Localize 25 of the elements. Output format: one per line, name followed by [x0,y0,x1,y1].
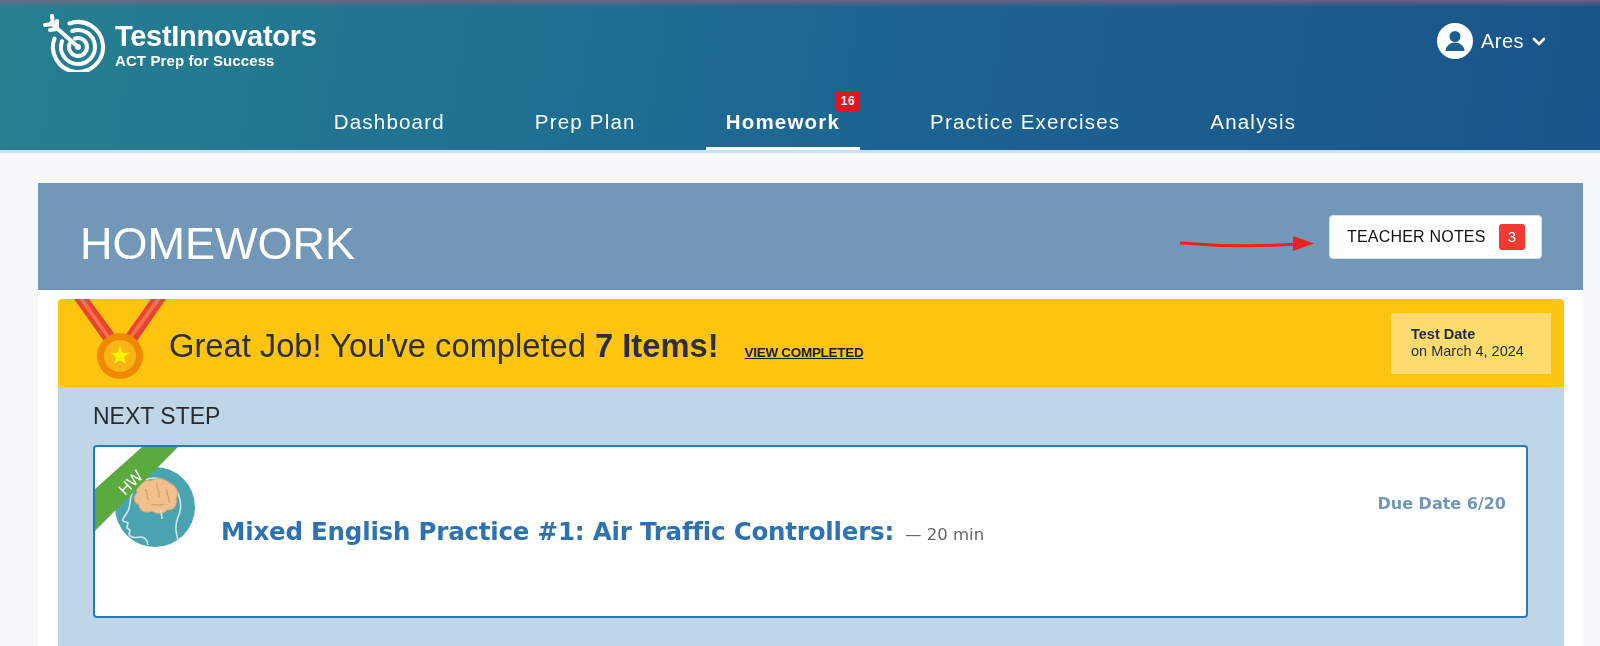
nav-tab[interactable]: Prep Plan [514,91,656,150]
count-badge: 3 [1499,223,1525,250]
test-date-label: Test Date [1411,326,1477,343]
nav-tab[interactable]: Analysis [1190,91,1317,150]
assignment-title-link[interactable]: Mixed English Practice #1: Air Traffic Controllers: [221,517,895,546]
nav-tab[interactable]: Practice Exercises [910,91,1141,150]
section-heading: NEXT STEP [93,403,222,429]
view-completed-link[interactable]: VIEW COMPLETED [744,345,864,360]
notification-badge: 16 [835,91,861,111]
user-name[interactable]: Ares [1480,29,1524,53]
chevron-down-icon[interactable] [1532,36,1546,46]
target-logo-icon[interactable] [42,14,106,72]
page-title: HOMEWORK [80,217,355,270]
user-avatar-icon[interactable] [1436,23,1473,59]
due-date: Due Date 6/20 [1377,495,1506,513]
nav-tab[interactable]: Homework 16 [705,91,861,150]
test-date-value: on March 4, 2024 [1411,343,1525,360]
nav-tab[interactable]: Dashboard [313,91,465,150]
brand-name[interactable]: TestInnovators [115,20,317,52]
duration-text: — 20 min [905,525,985,544]
teacher-notes-button[interactable]: TEACHER NOTES 3 [1329,214,1542,259]
completion-message: Great Job! You've completed 7 Items! [169,327,719,365]
hw-ribbon: HW [95,447,178,531]
medal-icon [72,299,167,380]
brand-tagline: ACT Prep for Success [115,52,276,70]
